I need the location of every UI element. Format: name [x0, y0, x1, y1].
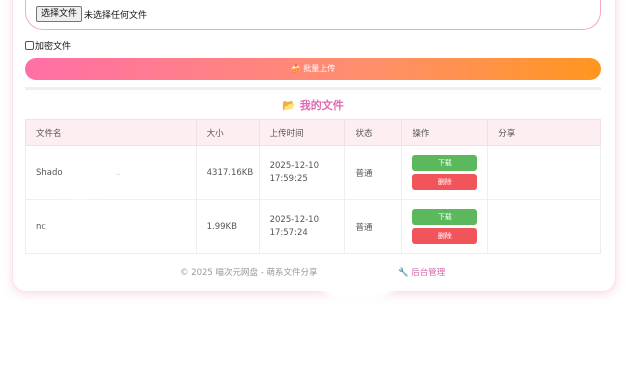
section-title: 📂 我的文件: [0, 97, 626, 113]
divider: [25, 87, 601, 90]
copyright-text: © 2025 喵次元网盘 - 萌系文件分享: [180, 268, 318, 278]
col-header-upload-time: 上传时间: [258, 119, 346, 146]
file-status: 普通: [344, 199, 403, 254]
encrypt-checkbox[interactable]: [25, 41, 34, 50]
upload-date: 2025-12-10: [269, 161, 319, 171]
file-size: 4317.16KB: [195, 145, 260, 200]
actions-cell: 下载 删除: [401, 199, 489, 254]
files-table: 文件名 大小 上传时间 状态 操作 分享 Shado.. 4317.16KB 2…: [25, 119, 601, 254]
file-size: 1.99KB: [195, 199, 260, 254]
redaction-blot: [45, 200, 115, 245]
upload-time-cell: 2025-12-10 17:59:25: [258, 145, 346, 200]
upload-date: 2025-12-10: [269, 215, 319, 225]
share-cell: [487, 145, 601, 200]
no-file-text: 未选择任何文件: [84, 11, 148, 21]
upload-time-cell: 2025-12-10 17:57:24: [258, 199, 346, 254]
encrypt-label: 加密文件: [35, 42, 72, 52]
wrench-icon: 🔧: [398, 268, 409, 278]
encrypt-option[interactable]: 加密文件: [25, 39, 71, 52]
admin-link-label: 后台管理: [411, 268, 446, 278]
admin-link[interactable]: 🔧 后台管理: [398, 266, 445, 278]
choose-file-button[interactable]: 选择文件: [36, 6, 83, 22]
actions-cell: 下载 删除: [401, 145, 489, 200]
cake-icon: 🍰: [290, 64, 301, 73]
share-cell: [487, 199, 601, 254]
file-picker: 选择文件 未选择任何文件: [25, 0, 601, 30]
delete-button[interactable]: 删除: [412, 228, 478, 244]
upload-label: 批量上传: [303, 64, 336, 73]
delete-button[interactable]: 删除: [412, 174, 478, 190]
open-folder-icon: 📂: [282, 99, 296, 112]
upload-time: 17:57:24: [269, 228, 308, 238]
col-header-status: 状态: [344, 119, 403, 146]
redaction-blot: [318, 262, 398, 302]
table-header-row: 文件名 大小 上传时间 状态 操作 分享: [25, 119, 601, 146]
col-header-filename: 文件名: [25, 119, 197, 146]
col-header-size: 大小: [195, 119, 260, 146]
download-button[interactable]: 下载: [412, 155, 478, 171]
section-title-text: 我的文件: [299, 99, 344, 112]
upload-time: 17:59:25: [269, 174, 308, 184]
download-button[interactable]: 下载: [412, 209, 478, 225]
col-header-share: 分享: [487, 119, 601, 146]
col-header-actions: 操作: [401, 119, 489, 146]
file-name: Shado: [36, 167, 63, 178]
batch-upload-button[interactable]: 🍰 批量上传: [25, 58, 601, 80]
file-status: 普通: [344, 145, 403, 200]
redaction-blot: [70, 150, 120, 190]
